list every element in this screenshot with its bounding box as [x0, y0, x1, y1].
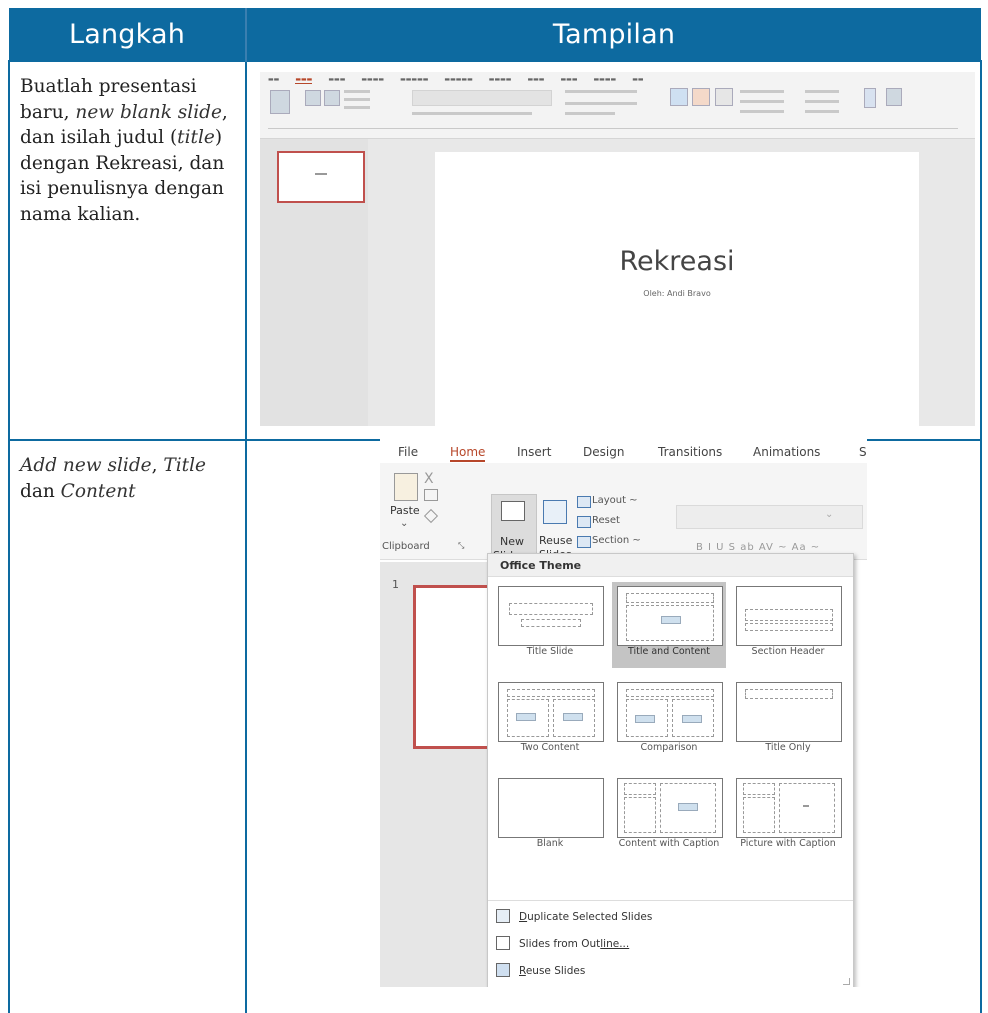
- slide-canvas[interactable]: Rekreasi Oleh: Andi Bravo: [435, 152, 919, 426]
- ribbon-blurred: ▬▬ ▬▬▬ ▬▬▬ ▬▬▬▬ ▬▬▬▬▬ ▬▬▬▬▬ ▬▬▬▬ ▬▬▬ ▬▬▬ ▬▬▬▬ ▬▬: [260, 72, 975, 139]
- reset-icon: [577, 516, 591, 528]
- layout-title-slide[interactable]: Title Slide: [493, 582, 607, 668]
- layout-comparison[interactable]: Comparison: [612, 678, 726, 764]
- font-size-dropdown-icon[interactable]: ⌄: [825, 509, 833, 520]
- layout-button[interactable]: Layout ~: [592, 495, 638, 506]
- reset-button[interactable]: Reset: [592, 515, 620, 526]
- paste-dropdown-icon[interactable]: ⌄: [400, 518, 408, 529]
- ribbon-tabs-blurred: ▬▬ ▬▬▬ ▬▬▬ ▬▬▬▬ ▬▬▬▬▬ ▬▬▬▬▬ ▬▬▬▬ ▬▬▬ ▬▬▬ ▬▬▬▬ ▬▬: [268, 76, 644, 84]
- section-button[interactable]: Section ~: [592, 535, 641, 546]
- layout-title-only[interactable]: Title Only: [731, 678, 845, 764]
- office-theme-header: Office Theme: [488, 554, 853, 577]
- layout-icon: [577, 496, 591, 508]
- slide-thumbnail-pane: 1: [380, 562, 505, 987]
- cut-icon[interactable]: X: [424, 471, 434, 487]
- reuse-slides-button[interactable]: Reuse: [539, 534, 572, 547]
- slides-from-outline-item[interactable]: Slides from Outline...: [496, 936, 629, 951]
- header-steps: Langkah: [9, 8, 247, 61]
- thumbnail-pane: [260, 139, 368, 426]
- duplicate-slides-icon: [496, 909, 510, 923]
- layout-picture-with-caption[interactable]: Picture with Caption: [731, 774, 845, 860]
- duplicate-selected-slides-item[interactable]: Duplicate Selected Slides: [496, 909, 652, 924]
- dropdown-separator: [488, 900, 853, 901]
- layout-two-content[interactable]: Two Content: [493, 678, 607, 764]
- step-1-text: Buatlah presentasi baru, new blank slide…: [8, 60, 247, 441]
- tab-design[interactable]: Design: [583, 445, 624, 459]
- menu-bar: File Home Insert Design Transitions Anim…: [380, 439, 867, 463]
- screenshot-powerpoint-title-slide: ▬▬ ▬▬▬ ▬▬▬ ▬▬▬▬ ▬▬▬▬▬ ▬▬▬▬▬ ▬▬▬▬ ▬▬▬ ▬▬▬ ▬▬▬▬ ▬▬ R…: [260, 72, 975, 426]
- clipboard-group-label: Clipboard: [382, 541, 430, 552]
- header-view: Tampilan: [246, 8, 981, 61]
- screenshot-new-slide-menu: File Home Insert Design Transitions Anim…: [380, 439, 867, 987]
- font-format-tools[interactable]: B I U S ab AV ~ Aa ~: [696, 542, 820, 553]
- reuse-slides-icon: [543, 500, 567, 524]
- layout-title-and-content[interactable]: Title and Content: [612, 582, 726, 668]
- tab-home[interactable]: Home: [450, 445, 486, 462]
- outline-icon: [496, 936, 510, 950]
- resize-grip[interactable]: [843, 978, 850, 985]
- tab-animations[interactable]: Animations: [753, 445, 820, 459]
- tab-transitions[interactable]: Transitions: [658, 445, 722, 459]
- reuse-slides-item[interactable]: Reuse Slides: [496, 963, 585, 978]
- font-name-box[interactable]: [676, 505, 863, 529]
- tab-file[interactable]: File: [398, 445, 418, 459]
- copy-icon[interactable]: [424, 489, 438, 501]
- page: Langkah Tampilan Buatlah presentasi baru…: [0, 0, 988, 1013]
- new-slide-icon: [501, 501, 525, 521]
- layout-blank[interactable]: Blank: [493, 774, 607, 860]
- step-2-text: Add new slide, Title dan Content: [8, 439, 247, 1013]
- paste-icon: [394, 473, 418, 501]
- slide-subtitle[interactable]: Oleh: Andi Bravo: [435, 289, 919, 298]
- slide-number: 1: [392, 578, 399, 591]
- paste-button[interactable]: Paste: [390, 504, 420, 517]
- section-icon: [577, 536, 591, 548]
- slide-thumbnail-1[interactable]: [277, 151, 365, 203]
- tab-cut-off[interactable]: S: [859, 445, 867, 459]
- format-painter-icon[interactable]: [423, 508, 439, 524]
- tab-insert[interactable]: Insert: [517, 445, 551, 459]
- clipboard-launcher-icon[interactable]: ⤡: [458, 541, 464, 551]
- layout-section-header[interactable]: Section Header: [731, 582, 845, 668]
- layout-content-with-caption[interactable]: Content with Caption: [612, 774, 726, 860]
- slide-title[interactable]: Rekreasi: [435, 246, 919, 277]
- reuse-slides-menu-icon: [496, 963, 510, 977]
- layout-dropdown: Office Theme Title Slide Title and Conte…: [487, 553, 854, 987]
